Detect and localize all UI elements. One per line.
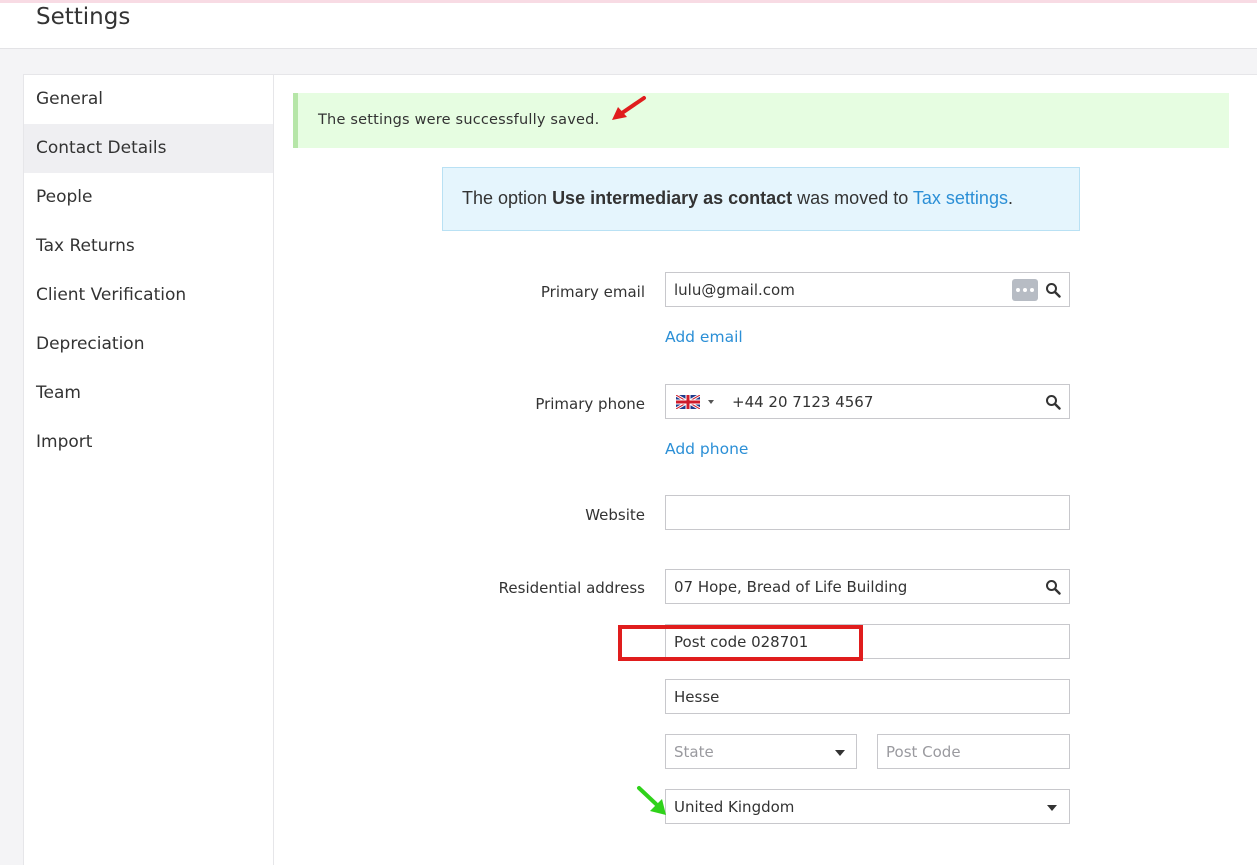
green-arrow-annotation-icon bbox=[637, 786, 666, 815]
sidebar-item-label: People bbox=[36, 187, 93, 207]
residential-address-label: Residential address bbox=[498, 579, 645, 597]
page-title: Settings bbox=[36, 4, 131, 30]
country-value: United Kingdom bbox=[674, 798, 795, 816]
page-header: Settings bbox=[0, 3, 1257, 49]
sidebar-item-label: Import bbox=[36, 432, 93, 452]
sidebar-item-label: Depreciation bbox=[36, 334, 145, 354]
country-select[interactable]: United Kingdom bbox=[665, 789, 1070, 824]
tax-settings-link[interactable]: Tax settings bbox=[913, 188, 1008, 208]
primary-email-label: Primary email bbox=[540, 283, 645, 301]
settings-card: General Contact Details People Tax Retur… bbox=[23, 74, 1257, 865]
city-field[interactable]: Hesse bbox=[665, 679, 1070, 714]
red-highlight-box bbox=[618, 625, 863, 661]
state-placeholder: State bbox=[674, 743, 714, 761]
sidebar-item-label: Contact Details bbox=[36, 138, 167, 158]
info-alert-suffix: . bbox=[1007, 188, 1013, 208]
add-email-link[interactable]: Add email bbox=[665, 328, 743, 346]
uk-flag-icon[interactable] bbox=[676, 395, 700, 409]
state-select[interactable]: State bbox=[665, 734, 857, 769]
add-phone-link[interactable]: Add phone bbox=[665, 440, 748, 458]
post-code-field[interactable]: Post Code bbox=[877, 734, 1070, 769]
info-alert: The option Use intermediary as contact w… bbox=[442, 167, 1080, 231]
success-alert: The settings were successfully saved. bbox=[293, 93, 1229, 148]
search-icon[interactable] bbox=[1045, 579, 1061, 595]
search-icon[interactable] bbox=[1045, 394, 1061, 410]
sidebar-item-people[interactable]: People bbox=[24, 173, 273, 222]
chevron-down-icon[interactable] bbox=[1047, 805, 1057, 811]
sidebar-item-contact-details[interactable]: Contact Details bbox=[24, 124, 273, 173]
sidebar-item-label: Tax Returns bbox=[36, 236, 135, 256]
sidebar-item-import[interactable]: Import bbox=[24, 418, 273, 467]
info-alert-option-name: Use intermediary as contact bbox=[552, 188, 793, 208]
sidebar-item-general[interactable]: General bbox=[24, 75, 273, 124]
password-manager-icon[interactable] bbox=[1012, 279, 1038, 301]
red-arrow-annotation-icon bbox=[612, 96, 646, 120]
sidebar-item-depreciation[interactable]: Depreciation bbox=[24, 320, 273, 369]
info-alert-prefix: The option bbox=[462, 188, 553, 208]
sidebar-item-client-verification[interactable]: Client Verification bbox=[24, 271, 273, 320]
sidebar-item-team[interactable]: Team bbox=[24, 369, 273, 418]
search-icon[interactable] bbox=[1045, 282, 1061, 298]
post-code-placeholder: Post Code bbox=[886, 743, 961, 761]
contact-details-panel: The settings were successfully saved. Th… bbox=[274, 75, 1257, 865]
primary-phone-label: Primary phone bbox=[535, 395, 645, 413]
website-label: Website bbox=[585, 506, 645, 524]
address-line1-value: 07 Hope, Bread of Life Building bbox=[674, 578, 908, 596]
country-code-chevron-down-icon[interactable] bbox=[708, 400, 714, 404]
primary-phone-field[interactable]: +44 20 7123 4567 bbox=[665, 384, 1070, 419]
chevron-down-icon[interactable] bbox=[835, 750, 845, 756]
address-line1-field[interactable]: 07 Hope, Bread of Life Building bbox=[665, 569, 1070, 604]
sidebar-item-label: Client Verification bbox=[36, 285, 187, 305]
settings-sidebar: General Contact Details People Tax Retur… bbox=[24, 75, 274, 865]
primary-phone-value: +44 20 7123 4567 bbox=[732, 393, 874, 411]
sidebar-item-label: General bbox=[36, 89, 103, 109]
success-alert-text: The settings were successfully saved. bbox=[318, 112, 600, 128]
primary-email-value: lulu@gmail.com bbox=[674, 281, 795, 299]
website-field[interactable] bbox=[665, 495, 1070, 530]
sidebar-item-tax-returns[interactable]: Tax Returns bbox=[24, 222, 273, 271]
sidebar-item-label: Team bbox=[36, 383, 81, 403]
info-alert-middle: was moved to bbox=[792, 188, 913, 208]
city-value: Hesse bbox=[674, 688, 720, 706]
primary-email-field[interactable]: lulu@gmail.com bbox=[665, 272, 1070, 307]
